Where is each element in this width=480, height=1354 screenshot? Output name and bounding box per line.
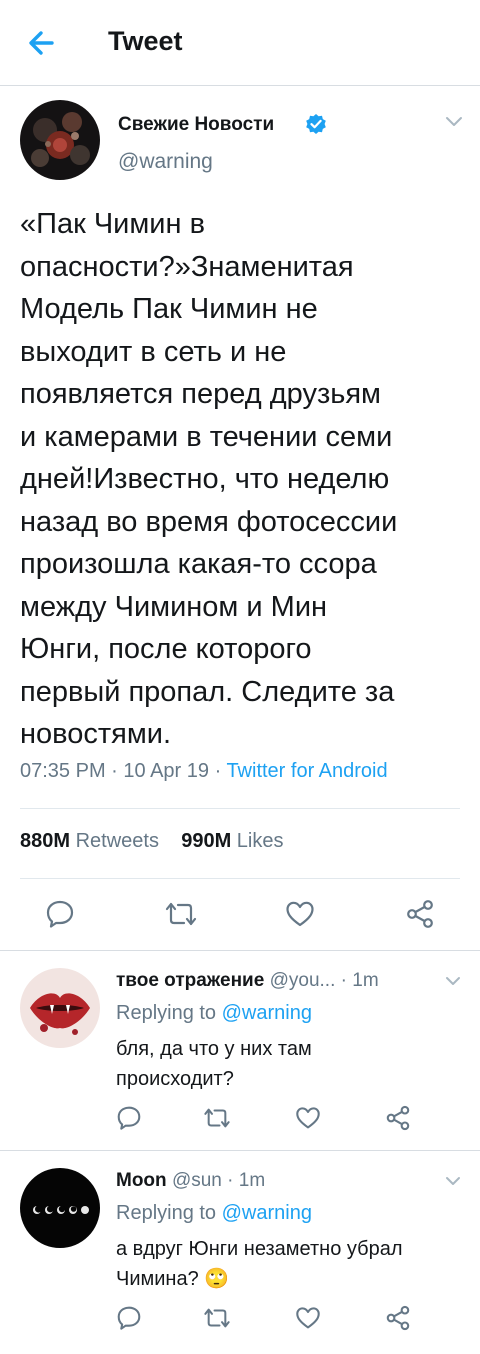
page-title: Tweet bbox=[108, 26, 183, 56]
likes-label[interactable]: Likes bbox=[237, 830, 284, 852]
chevron-down-icon[interactable] bbox=[445, 116, 463, 128]
reply-author-handle[interactable]: @sun bbox=[172, 1170, 222, 1191]
reply-author-handle[interactable]: @you... bbox=[270, 970, 336, 991]
tweet-meta: 07:35 PM · 10 Apr 19 · Twitter for Andro… bbox=[20, 760, 388, 782]
reply-text-line: а вдруг Юнги незаметно убрал bbox=[116, 1238, 403, 1260]
like-icon[interactable] bbox=[285, 900, 315, 928]
reply-author-name[interactable]: твое отражение bbox=[116, 970, 264, 991]
reply-author: твое отражение @you... · 1m bbox=[116, 970, 379, 991]
tweet-source-link[interactable]: Twitter for Android bbox=[226, 760, 387, 782]
author-avatar[interactable] bbox=[20, 100, 100, 180]
retweets-count[interactable]: 880M bbox=[20, 830, 70, 852]
retweet-icon[interactable] bbox=[202, 1306, 232, 1330]
avatar-image bbox=[20, 968, 100, 1048]
replying-to-handle[interactable]: @warning bbox=[222, 1002, 312, 1024]
avatar-image bbox=[20, 1168, 100, 1248]
divider bbox=[20, 808, 460, 809]
share-icon[interactable] bbox=[385, 1105, 411, 1131]
retweets-label[interactable]: Retweets bbox=[76, 830, 159, 852]
tweet-text-line: Юнги, после которого bbox=[20, 633, 312, 665]
share-icon[interactable] bbox=[405, 899, 435, 929]
reply-author: Moon @sun · 1m bbox=[116, 1170, 266, 1191]
reply-text-line: бля, да что у них там bbox=[116, 1038, 312, 1060]
retweet-icon[interactable] bbox=[163, 900, 199, 928]
tweet-text-line: новостями. bbox=[20, 718, 172, 750]
tweet-text-line: «Пак Чимин в bbox=[20, 208, 205, 240]
like-icon[interactable] bbox=[295, 1306, 321, 1330]
tweet-text-line: назад во время фотосессии bbox=[20, 505, 398, 538]
chevron-down-icon[interactable] bbox=[445, 1176, 461, 1188]
replying-to: Replying to @warning bbox=[116, 1002, 312, 1025]
tweet-text-line: опасности?»Знаменитая bbox=[20, 250, 354, 283]
tweet-text-line: Модель Пак Чимин не bbox=[20, 293, 318, 325]
reply-text: бля, да что у них там происходит? bbox=[116, 1034, 466, 1094]
reply-item[interactable]: Moon @sun · 1m Replying to @warning а вд… bbox=[0, 1150, 480, 1354]
reply-text: а вдруг Юнги незаметно убрал Чимина? 🙄 bbox=[116, 1234, 466, 1294]
reply-author-name[interactable]: Moon bbox=[116, 1170, 167, 1191]
avatar-image bbox=[20, 100, 100, 180]
tweet-date: 10 Apr 19 bbox=[123, 760, 210, 782]
reply-time: 1m bbox=[238, 1170, 266, 1191]
reply-text-line: Чимина? 🙄 bbox=[116, 1268, 230, 1290]
reply-icon[interactable] bbox=[45, 900, 75, 928]
likes-count[interactable]: 990M bbox=[181, 830, 231, 852]
tweet-text-line: между Чимином и Мин bbox=[20, 590, 328, 623]
back-arrow-icon[interactable] bbox=[22, 24, 62, 62]
author-handle[interactable]: @warning bbox=[118, 150, 213, 174]
tweet-text-line: дней!Известно, что неделю bbox=[20, 463, 390, 495]
chevron-down-icon[interactable] bbox=[445, 976, 461, 988]
reply-time: 1m bbox=[352, 970, 379, 991]
like-icon[interactable] bbox=[295, 1106, 321, 1130]
top-bar: Tweet bbox=[0, 0, 480, 86]
divider bbox=[20, 878, 460, 879]
reply-item[interactable]: твое отражение @you... · 1m Replying to … bbox=[0, 950, 480, 1150]
replying-to: Replying to @warning bbox=[116, 1202, 312, 1225]
reply-icon[interactable] bbox=[116, 1306, 142, 1330]
tweet-text: «Пак Чимин в опасности?»Знаменитая Модел… bbox=[20, 203, 470, 756]
replying-to-prefix: Replying to bbox=[116, 1002, 217, 1024]
tweet-text-line: первый пропал. Следите за bbox=[20, 675, 395, 708]
tweet-text-line: и камерами в течении семи bbox=[20, 420, 393, 453]
reply-avatar[interactable] bbox=[20, 1168, 100, 1248]
replying-to-prefix: Replying to bbox=[116, 1202, 217, 1224]
verified-badge-icon bbox=[306, 114, 326, 134]
share-icon[interactable] bbox=[385, 1305, 411, 1331]
reply-text-line: происходит? bbox=[116, 1068, 234, 1090]
reply-avatar[interactable] bbox=[20, 968, 100, 1048]
retweet-icon[interactable] bbox=[202, 1106, 232, 1130]
tweet-stats: 880M Retweets 990M Likes bbox=[20, 830, 284, 853]
replying-to-handle[interactable]: @warning bbox=[222, 1202, 312, 1224]
tweet-text-line: произошла какая-то ссора bbox=[20, 548, 377, 580]
reply-icon[interactable] bbox=[116, 1106, 142, 1130]
tweet-text-line: появляется перед друзьям bbox=[20, 378, 381, 410]
author-name[interactable]: Свежие Новости bbox=[118, 114, 274, 136]
tweet-text-line: выходит в сеть и не bbox=[20, 335, 287, 368]
tweet-time: 07:35 PM bbox=[20, 760, 106, 782]
